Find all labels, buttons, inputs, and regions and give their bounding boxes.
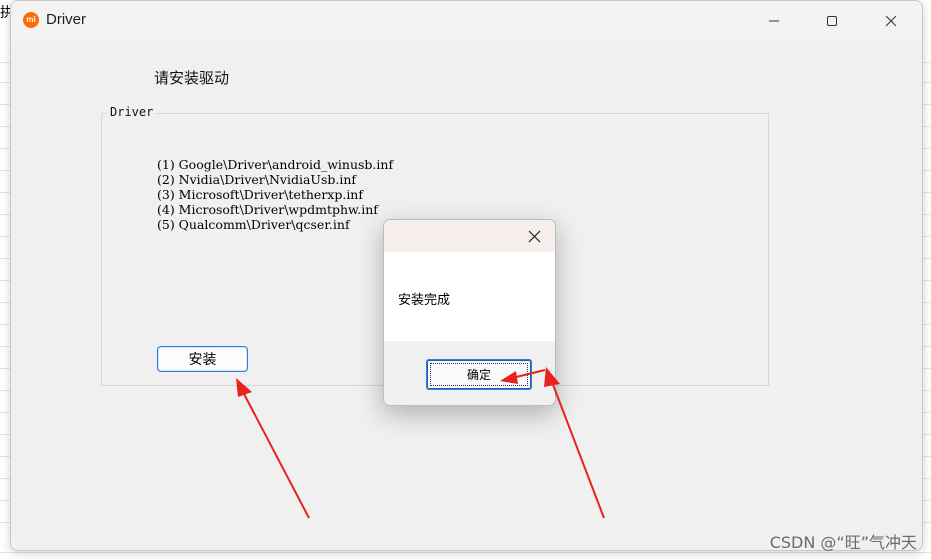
xiaomi-logo-icon: mi <box>23 12 39 28</box>
driver-list-item: (5) Qualcomm\Driver\qcser.inf <box>157 217 350 232</box>
minimize-icon <box>769 20 779 22</box>
maximize-icon <box>827 16 837 26</box>
minimize-button[interactable] <box>749 1 799 41</box>
ok-button-label: 确定 <box>466 368 491 382</box>
csdn-watermark: CSDN @“旺”气冲天 <box>769 533 917 552</box>
dialog-title-bar[interactable] <box>384 220 555 252</box>
driver-list-item: (3) Microsoft\Driver\tetherxp.inf <box>157 187 363 202</box>
dialog-message: 安装完成 <box>398 293 451 308</box>
install-complete-dialog: 安装完成 确定 <box>383 219 556 406</box>
close-icon <box>885 15 897 27</box>
ok-button[interactable]: 确定 <box>426 359 532 390</box>
driver-list: (1) Google\Driver\android_winusb.inf (2)… <box>157 157 393 232</box>
driver-list-item: (2) Nvidia\Driver\NvidiaUsb.inf <box>157 172 357 187</box>
close-icon <box>528 230 540 242</box>
driver-list-item: (1) Google\Driver\android_winusb.inf <box>157 157 394 172</box>
maximize-button[interactable] <box>807 1 857 41</box>
title-bar[interactable]: mi Driver <box>11 1 922 41</box>
install-instruction: 请安装驱动 <box>154 69 230 87</box>
dialog-close-button[interactable] <box>513 220 555 252</box>
close-button[interactable] <box>866 1 916 41</box>
install-button-label: 安装 <box>188 352 217 368</box>
groupbox-label: Driver <box>107 105 157 119</box>
install-button[interactable]: 安装 <box>157 346 248 372</box>
window-title: Driver <box>46 11 86 28</box>
driver-list-item: (4) Microsoft\Driver\wpdmtphw.inf <box>157 202 378 217</box>
dialog-body: 安装完成 <box>384 252 555 341</box>
